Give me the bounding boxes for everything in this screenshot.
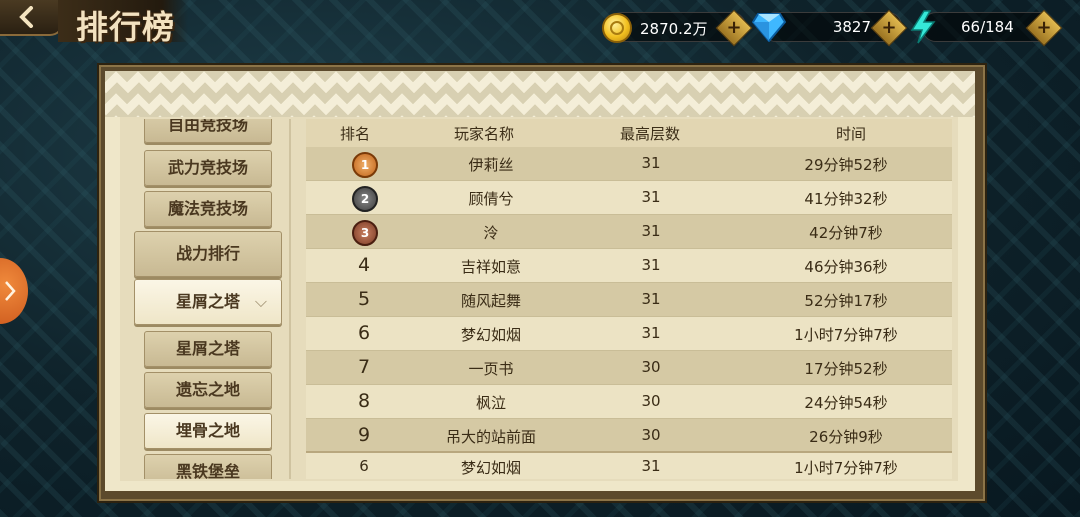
- plus-icon: +: [726, 17, 742, 38]
- clear-time: 46分钟36秒: [804, 258, 888, 276]
- max-floor: 31: [641, 188, 661, 206]
- rank-number: 5: [357, 288, 371, 310]
- diamond-value: 3827: [832, 18, 871, 36]
- max-floor: 31: [641, 290, 661, 308]
- rank-number: 4: [357, 254, 371, 276]
- header-rank: 排名: [340, 125, 371, 143]
- table-row[interactable]: 9 吊大的站前面 30 26分钟9秒: [306, 419, 952, 453]
- my-clear-time: 1小时7分钟7秒: [794, 459, 898, 477]
- menu-category-power-ranking[interactable]: 战力排行: [134, 231, 282, 277]
- clear-time: 24分钟54秒: [804, 394, 888, 412]
- table-row[interactable]: 7 一页书 30 17分钟52秒: [306, 351, 952, 385]
- max-floor: 31: [641, 324, 661, 342]
- max-floor: 31: [641, 154, 661, 172]
- player-name: 伊莉丝: [468, 156, 514, 174]
- back-button[interactable]: [0, 0, 64, 36]
- menu-item-force-arena[interactable]: 武力竞技场: [144, 150, 272, 186]
- table-row[interactable]: 4 吉祥如意 31 46分钟36秒: [306, 249, 952, 283]
- plus-icon: +: [881, 17, 897, 38]
- table-row[interactable]: 1 伊莉丝 31 29分钟52秒: [306, 147, 952, 181]
- max-floor: 30: [641, 358, 661, 376]
- player-name: 枫泣: [475, 394, 506, 412]
- table-row[interactable]: 5 随风起舞 31 52分钟17秒: [306, 283, 952, 317]
- header-player-name: 玩家名称: [454, 125, 515, 143]
- ranking-category-menu[interactable]: 自由竞技场 武力竞技场 魔法竞技场 战力排行 星屑之塔 ⌵ 星屑之塔 遗忘之地 …: [130, 119, 288, 479]
- stamina-value: 66/184: [961, 18, 1014, 36]
- player-name: 随风起舞: [460, 292, 521, 310]
- my-rank-row[interactable]: 6 梦幻如烟 31 1小时7分钟7秒: [306, 451, 952, 479]
- clear-time: 42分钟7秒: [809, 224, 883, 242]
- max-floor: 30: [641, 426, 661, 444]
- rank-number: 7: [357, 356, 371, 378]
- plus-icon: +: [1036, 17, 1052, 38]
- panel-header-pattern: [105, 71, 975, 117]
- gold-medal-icon: 1: [352, 152, 378, 178]
- rank-number: 8: [357, 390, 371, 412]
- player-name: 梦幻如烟: [460, 326, 521, 344]
- max-floor: 31: [641, 256, 661, 274]
- menu-item-bone-burial-land[interactable]: 埋骨之地: [144, 413, 272, 449]
- clear-time: 17分钟52秒: [804, 360, 888, 378]
- my-rank-number: 6: [359, 457, 369, 475]
- rank-number: 6: [357, 322, 371, 344]
- my-player-name: 梦幻如烟: [460, 459, 521, 477]
- menu-item-black-iron-fortress[interactable]: 黑铁堡垒: [144, 454, 272, 479]
- diamond-icon: [752, 13, 786, 42]
- table-row[interactable]: 3 泠 31 42分钟7秒: [306, 215, 952, 249]
- page-title: 排行榜: [76, 8, 176, 46]
- menu-item-stardust-tower[interactable]: 星屑之塔: [144, 331, 272, 367]
- header-time: 时间: [836, 125, 867, 143]
- player-name: 吉祥如意: [460, 258, 521, 276]
- menu-item-forgotten-land[interactable]: 遗忘之地: [144, 372, 272, 408]
- menu-divider: [289, 119, 291, 479]
- clear-time: 26分钟9秒: [809, 428, 883, 446]
- chevron-down-icon: ⌵: [254, 292, 267, 311]
- chevron-right-icon: [5, 281, 16, 301]
- max-floor: 31: [641, 222, 661, 240]
- player-name: 泠: [483, 224, 499, 242]
- table-row[interactable]: 6 梦幻如烟 31 1小时7分钟7秒: [306, 317, 952, 351]
- clear-time: 29分钟52秒: [804, 156, 888, 174]
- gold-coin-icon: [602, 13, 632, 43]
- back-arrow-icon: [19, 6, 33, 28]
- clear-time: 52分钟17秒: [804, 292, 888, 310]
- menu-item-magic-arena[interactable]: 魔法竞技场: [144, 191, 272, 227]
- player-name: 顾倩兮: [468, 190, 514, 208]
- player-name: 一页书: [468, 360, 514, 378]
- menu-item-free-arena[interactable]: 自由竞技场: [144, 119, 272, 143]
- header-max-floor: 最高层数: [620, 125, 681, 143]
- table-row[interactable]: 8 枫泣 30 24分钟54秒: [306, 385, 952, 419]
- my-max-floor: 31: [641, 457, 661, 475]
- menu-category-stardust-tower[interactable]: 星屑之塔 ⌵: [134, 279, 282, 325]
- bronze-medal-icon: 3: [352, 220, 378, 246]
- silver-medal-icon: 2: [352, 186, 378, 212]
- ranking-table[interactable]: 排名 玩家名称 最高层数 时间 1 伊莉丝 31 29分钟52秒 2 顾倩兮 3…: [306, 119, 952, 479]
- lightning-icon: [910, 10, 936, 44]
- max-floor: 30: [641, 392, 661, 410]
- rank-number: 9: [357, 424, 371, 446]
- table-header: 排名 玩家名称 最高层数 时间: [306, 119, 952, 147]
- clear-time: 1小时7分钟7秒: [794, 326, 898, 344]
- table-row[interactable]: 2 顾倩兮 31 41分钟32秒: [306, 181, 952, 215]
- gold-value: 2870.2万: [640, 20, 708, 38]
- clear-time: 41分钟32秒: [804, 190, 888, 208]
- player-name: 吊大的站前面: [445, 428, 536, 446]
